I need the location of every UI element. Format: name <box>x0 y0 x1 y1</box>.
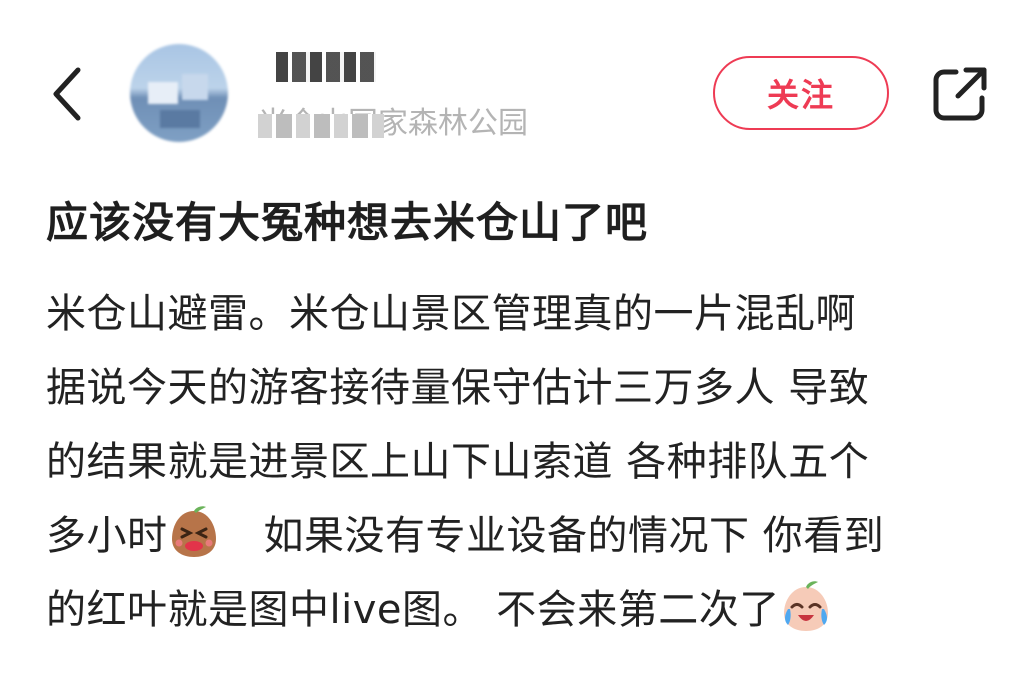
share-button[interactable] <box>930 64 990 124</box>
body-line: 米仓山避雷。米仓山景区管理真的一片混乱啊 <box>46 291 856 337</box>
post-body: 米仓山避雷。米仓山景区管理真的一片混乱啊 据说今天的游客接待量保守估计三万多人 … <box>46 282 996 652</box>
chevron-left-icon <box>53 67 81 121</box>
follow-button[interactable]: 关注 <box>713 56 889 130</box>
body-text-segment: 如果没有专业设备的情况下 你看到 <box>263 513 885 559</box>
back-button[interactable] <box>44 62 92 126</box>
grimace-emoji-icon <box>168 505 220 559</box>
post-title: 应该没有大冤种想去米仓山了吧 <box>46 198 649 247</box>
body-text-segment: 的红叶就是图中live图。 不会来第二次了 <box>46 587 780 633</box>
post-header: 米仓山国家森林公园 关注 <box>0 0 1024 170</box>
body-line: 的结果就是进景区上山下山索道 各种排队五个 <box>46 439 870 485</box>
body-text-segment: 多小时 <box>46 513 168 559</box>
crying-laughing-emoji-icon <box>780 579 832 633</box>
body-line: 据说今天的游客接待量保守估计三万多人 导致 <box>46 365 870 411</box>
share-icon <box>933 67 987 121</box>
body-line-with-emoji: 的红叶就是图中live图。 不会来第二次了 <box>46 578 996 652</box>
body-line-with-emoji: 多小时 如果没有专业设备的情况下 你看到 <box>46 504 996 578</box>
location-blur-overlay <box>258 114 384 138</box>
avatar[interactable] <box>130 44 228 142</box>
username-blur-overlay <box>276 52 376 82</box>
